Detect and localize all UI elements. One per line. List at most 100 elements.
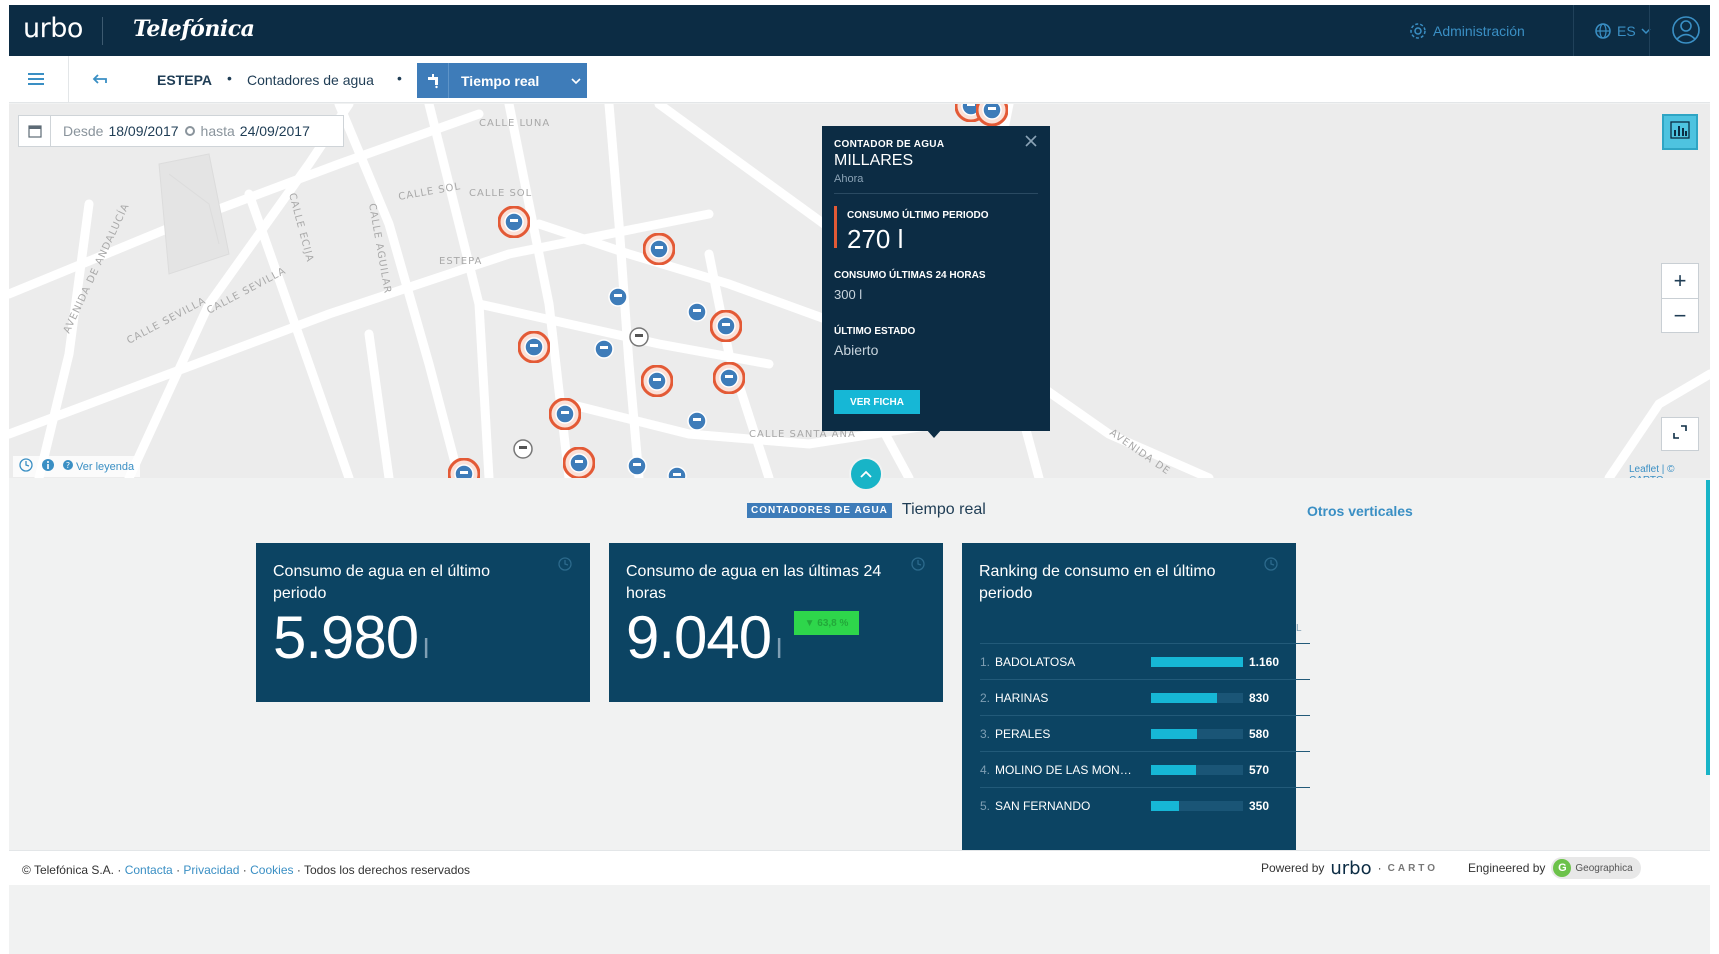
date-to-value[interactable]: 24/09/2017 (240, 123, 310, 139)
water-meter-marker[interactable] (563, 447, 595, 478)
ranking-row[interactable]: 4. MOLINO DE LAS MON… 570 (980, 751, 1310, 787)
gear-icon (1409, 22, 1427, 40)
contact-link[interactable]: Contacta (125, 863, 173, 877)
admin-link[interactable]: Administración (1409, 22, 1525, 40)
rank-number: 5. (980, 798, 991, 813)
rank-value: 350 (1249, 798, 1270, 813)
map-attribution[interactable]: Leaflet | © CARTO (1629, 464, 1710, 478)
footer-credits: Powered by urbo · CARTO Engineered by G … (1261, 857, 1641, 879)
admin-label: Administración (1433, 23, 1525, 39)
clock-icon (558, 557, 572, 576)
urbo-footer-logo[interactable]: urbo (1330, 858, 1371, 879)
water-meter-marker[interactable] (628, 326, 650, 348)
rank-number: 4. (980, 762, 991, 777)
water-meter-marker[interactable] (512, 438, 534, 460)
rank-name: MOLINO DE LAS MON… (995, 762, 1132, 777)
street-label: ESTEPA (439, 256, 482, 267)
kpi-card-last-period: Consumo de agua en el último periodo 5.9… (256, 543, 590, 702)
zoom-in-button[interactable]: + (1662, 264, 1698, 298)
metric-label: CONSUMO ÚLTIMO PERIODO (847, 210, 989, 221)
legend-link[interactable]: ? Ver leyenda (63, 460, 134, 473)
chevron-up-icon (860, 465, 872, 483)
ranking-unit: L (1296, 623, 1302, 634)
breadcrumb-city[interactable]: ESTEPA (157, 72, 212, 88)
ranking-row[interactable]: 2. HARINAS 830 (980, 679, 1310, 715)
section-header: CONTADORES DE AGUA Tiempo real (747, 501, 986, 519)
water-meter-marker[interactable] (641, 365, 673, 397)
geographica-logo-icon: G (1553, 859, 1572, 877)
date-from-label: Desde (63, 123, 104, 139)
water-meter-marker[interactable] (626, 455, 648, 477)
globe-icon (1594, 22, 1612, 40)
legend-link-label: Ver leyenda (76, 460, 135, 473)
water-meter-marker[interactable] (686, 301, 708, 323)
rank-bar-track (1151, 764, 1243, 775)
collapse-map-button[interactable] (849, 457, 883, 491)
urbo-logo[interactable]: urbo (23, 13, 83, 44)
rank-name: HARINAS (995, 690, 1049, 705)
ranking-row[interactable]: 1. BADOLATOSA 1.160 (980, 643, 1310, 679)
water-meter-marker[interactable] (710, 310, 742, 342)
carto-logo[interactable]: CARTO (1388, 863, 1438, 874)
menu-icon[interactable] (26, 71, 46, 92)
rank-bar-track (1151, 800, 1243, 811)
other-verticals-link[interactable]: Otros verticales (1307, 503, 1413, 519)
water-meter-marker[interactable] (713, 362, 745, 394)
navbar-divider (1649, 5, 1650, 56)
water-meter-marker[interactable] (666, 465, 688, 478)
breadcrumb-category[interactable]: Contadores de agua (247, 72, 374, 88)
info-icon[interactable] (41, 458, 55, 475)
chart-view-toggle[interactable] (1662, 114, 1698, 150)
calendar-icon (19, 116, 51, 146)
footer-separator: · (1377, 861, 1382, 875)
date-from-value[interactable]: 18/09/2017 (108, 123, 178, 139)
card-title: Consumo de agua en las últimas 24 horas (626, 563, 882, 602)
water-meter-marker[interactable] (607, 286, 629, 308)
kpi-unit: l (423, 633, 430, 664)
map-tools: ? Ver leyenda (13, 456, 141, 477)
rank-value: 830 (1249, 690, 1270, 705)
ranking-row[interactable]: 5. SAN FERNANDO 350 (980, 787, 1310, 823)
copyright: © Telefónica S.A. (22, 863, 115, 877)
alert-indicator (834, 206, 837, 248)
back-icon[interactable] (90, 70, 110, 93)
rank-value: 1.160 (1249, 654, 1280, 669)
water-meter-marker[interactable] (593, 338, 615, 360)
water-meter-marker[interactable] (448, 458, 480, 478)
clock-icon[interactable] (19, 458, 33, 475)
breadcrumb-divider (68, 56, 69, 103)
rank-bar (1151, 764, 1197, 775)
popup-type: CONTADOR DE AGUA (834, 139, 945, 150)
svg-text:?: ? (66, 461, 70, 470)
kpi-value: 9.040 (626, 604, 772, 671)
kpi-value: 5.980 (273, 604, 419, 671)
date-range-filter[interactable]: Desde 18/09/2017 hasta 24/09/2017 (18, 115, 344, 147)
water-meter-marker[interactable] (498, 206, 530, 238)
mode-dropdown[interactable]: Tiempo real (417, 63, 587, 98)
scrollbar[interactable] (1706, 480, 1710, 775)
popup-divider (834, 193, 1038, 194)
close-icon[interactable] (1024, 134, 1038, 153)
ranking-row[interactable]: 3. PERALES 580 (980, 715, 1310, 751)
rank-name: BADOLATOSA (995, 654, 1076, 669)
kpi-unit: l (776, 633, 783, 664)
water-meter-marker[interactable] (686, 410, 708, 432)
rank-number: 3. (980, 726, 991, 741)
water-meter-marker[interactable] (976, 104, 1008, 126)
footer-links: © Telefónica S.A. · Contacta · Privacida… (22, 863, 470, 877)
geographica-logo[interactable]: G Geographica (1551, 857, 1641, 879)
rank-name: PERALES (995, 726, 1051, 741)
privacy-link[interactable]: Privacidad (183, 863, 239, 877)
mode-label: Tiempo real (461, 72, 540, 89)
zoom-out-button[interactable]: − (1662, 298, 1698, 332)
street-label: AVENIDA DE (1107, 427, 1172, 477)
water-meter-marker[interactable] (643, 233, 675, 265)
water-meter-marker[interactable] (518, 331, 550, 363)
user-avatar-icon[interactable] (1671, 15, 1701, 50)
fullscreen-button[interactable] (1661, 417, 1699, 451)
cookies-link[interactable]: Cookies (250, 863, 293, 877)
view-detail-button[interactable]: VER FICHA (834, 390, 920, 414)
language-selector[interactable]: ES (1594, 22, 1651, 40)
meter-popup: CONTADOR DE AGUA MILLARES Ahora CONSUMO … (822, 126, 1050, 431)
water-meter-marker[interactable] (549, 398, 581, 430)
